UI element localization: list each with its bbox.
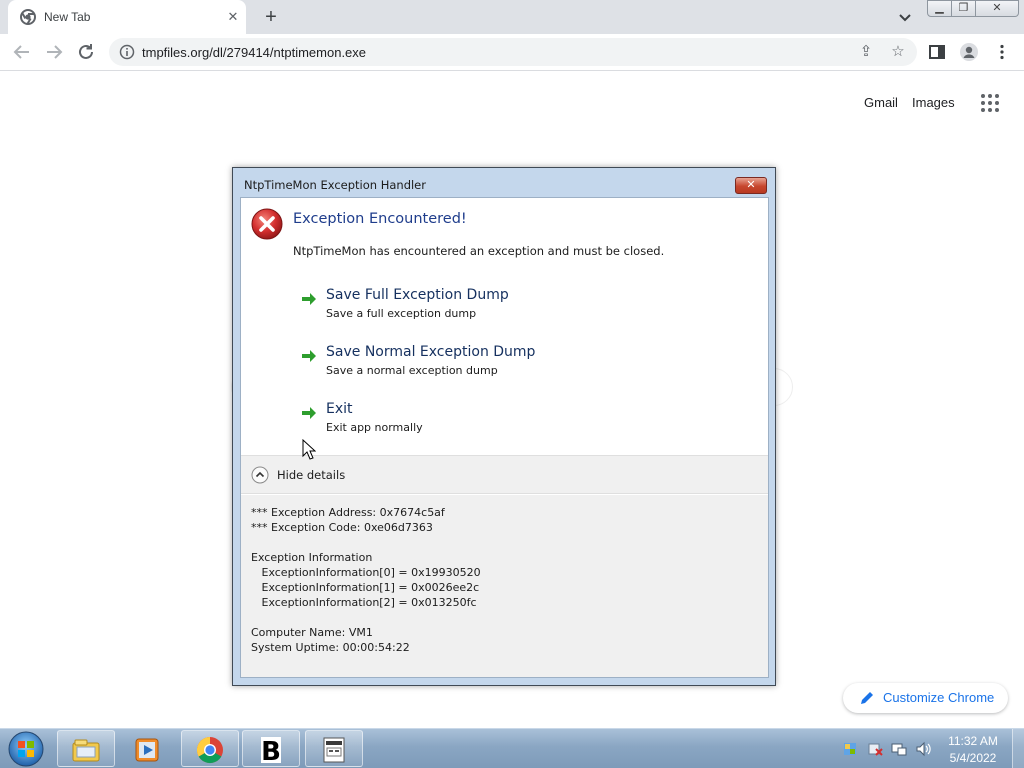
window-minimize-button[interactable]: ▁ — [927, 0, 952, 17]
exception-details-text: *** Exception Address: 0x7674c5af *** Ex… — [251, 506, 481, 654]
dialog-heading: Exception Encountered! — [293, 211, 467, 227]
tab-search-chevron-icon[interactable] — [895, 7, 915, 27]
hide-details-toggle[interactable]: Hide details — [241, 455, 768, 494]
chevron-up-icon[interactable] — [251, 466, 269, 484]
command-description: Save a full exception dump — [326, 307, 477, 320]
customize-chrome-button[interactable]: Customize Chrome — [843, 683, 1008, 713]
new-tab-button[interactable]: + — [259, 5, 283, 29]
menu-kebab-icon[interactable] — [992, 42, 1012, 62]
gmail-link[interactable]: Gmail — [864, 95, 898, 110]
dialog-body: Exception Encountered! NtpTimeMon has en… — [240, 197, 769, 678]
window-restore-button[interactable]: ❐ — [951, 0, 976, 17]
reload-button[interactable] — [74, 40, 98, 64]
back-button[interactable] — [10, 40, 34, 64]
dialog-message: NtpTimeMon has encountered an exception … — [293, 244, 665, 258]
error-x-icon — [251, 208, 283, 240]
profile-avatar-icon[interactable] — [959, 42, 979, 62]
window-close-button[interactable]: ✕ — [975, 0, 1019, 17]
forward-button[interactable] — [42, 40, 66, 64]
taskbar-exception-handler[interactable] — [305, 730, 363, 767]
svg-text:B: B — [261, 737, 281, 765]
clock-date[interactable]: 5/4/2022 — [940, 751, 1006, 765]
google-apps-grid-icon[interactable] — [980, 93, 1000, 113]
forward-arrow-icon — [47, 45, 63, 59]
tray-network-flag-icon[interactable] — [842, 741, 858, 757]
exit-command[interactable]: Exit Exit app normally — [301, 401, 561, 445]
save-full-dump-command[interactable]: Save Full Exception Dump Save a full exc… — [301, 287, 561, 331]
command-label: Exit — [326, 401, 353, 417]
taskbar-media-player[interactable] — [118, 730, 176, 767]
bookmark-star-icon[interactable]: ☆ — [889, 43, 907, 61]
exception-handler-dialog: NtpTimeMon Exception Handler ✕ Exception… — [232, 167, 776, 686]
windows-start-button[interactable] — [6, 730, 46, 768]
dialog-close-button[interactable]: ✕ — [735, 177, 767, 194]
tab-close-icon[interactable]: ✕ — [224, 8, 242, 26]
site-info-icon[interactable] — [119, 44, 135, 60]
windows-taskbar: B 11:32 AM 5/4/2022 — [0, 728, 1024, 768]
file-explorer-icon — [72, 739, 100, 762]
mouse-cursor-icon — [302, 439, 316, 460]
dialog-title: NtpTimeMon Exception Handler — [244, 178, 426, 192]
tray-network-icon[interactable] — [891, 741, 907, 757]
green-arrow-icon — [302, 293, 316, 305]
pencil-icon — [861, 692, 873, 704]
reload-icon — [79, 44, 93, 59]
tab-strip: New Tab ✕ + ▁ ❐ ✕ — [0, 0, 1024, 34]
command-description: Save a normal exception dump — [326, 364, 498, 377]
url-text[interactable]: tmpfiles.org/dl/279414/ntptimemon.exe — [142, 45, 366, 60]
chrome-favicon-icon — [20, 9, 36, 25]
exception-handler-app-icon — [323, 737, 345, 763]
save-normal-dump-command[interactable]: Save Normal Exception Dump Save a normal… — [301, 344, 561, 388]
share-icon[interactable]: ⇪ — [857, 43, 875, 61]
chrome-icon — [196, 736, 223, 764]
images-link[interactable]: Images — [912, 95, 955, 110]
tab-title: New Tab — [44, 10, 91, 24]
command-label: Save Normal Exception Dump — [326, 344, 536, 360]
taskbar-b-app[interactable]: B — [242, 730, 300, 767]
tab-new-tab[interactable]: New Tab ✕ — [8, 0, 246, 34]
tray-volume-icon[interactable] — [915, 741, 931, 757]
browser-toolbar: tmpfiles.org/dl/279414/ntptimemon.exe ⇪ … — [0, 34, 1024, 71]
taskbar-chrome[interactable] — [181, 730, 239, 767]
customize-chrome-label: Customize Chrome — [883, 690, 995, 705]
tray-action-center-icon[interactable] — [867, 741, 883, 757]
address-bar[interactable]: tmpfiles.org/dl/279414/ntptimemon.exe ⇪ … — [109, 38, 917, 66]
green-arrow-icon — [302, 407, 316, 419]
b-app-icon: B — [261, 737, 281, 765]
command-label: Save Full Exception Dump — [326, 287, 509, 303]
back-arrow-icon — [13, 45, 29, 59]
side-panel-icon[interactable] — [927, 42, 947, 62]
hide-details-label: Hide details — [277, 468, 346, 482]
command-description: Exit app normally — [326, 421, 423, 434]
clock-time[interactable]: 11:32 AM — [940, 734, 1006, 748]
taskbar-file-explorer[interactable] — [57, 730, 115, 767]
media-player-icon — [135, 738, 159, 762]
exception-details-pane: *** Exception Address: 0x7674c5af *** Ex… — [241, 495, 768, 677]
show-desktop-button[interactable] — [1012, 729, 1024, 768]
green-arrow-icon — [302, 350, 316, 362]
